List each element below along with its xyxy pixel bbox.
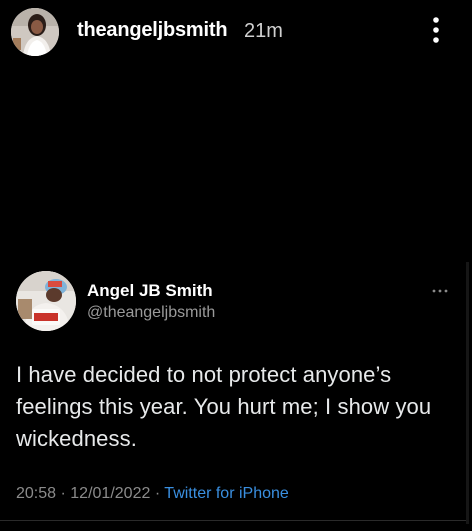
scroll-track: [466, 262, 469, 524]
more-vertical-icon[interactable]: [426, 15, 446, 45]
tweet-meta: 20:58 · 12/01/2022 · Twitter for iPhone: [16, 485, 289, 503]
tweet-source-link[interactable]: Twitter for iPhone: [164, 485, 289, 502]
more-horizontal-icon[interactable]: [431, 282, 449, 293]
avatar-image: [16, 271, 76, 331]
meta-separator: ·: [60, 485, 66, 502]
story-timestamp: 21m: [244, 20, 283, 42]
tweet-avatar[interactable]: [16, 271, 76, 331]
tweet-text: I have decided to not protect anyone’s f…: [16, 362, 432, 451]
tweet-handle[interactable]: @theangeljbsmith: [87, 304, 215, 322]
tweet-date: 12/01/2022: [70, 485, 151, 502]
meta-separator: ·: [154, 485, 161, 502]
avatar-image: [11, 8, 59, 56]
story-username[interactable]: theangeljbsmith: [77, 19, 228, 42]
story-header: theangeljbsmith 21m: [0, 0, 472, 64]
tweet-card[interactable]: Angel JB Smith @theangeljbsmith I have d…: [0, 262, 466, 524]
tweet-time: 20:58: [16, 485, 57, 502]
tweet-display-name[interactable]: Angel JB Smith: [87, 281, 213, 301]
divider: [0, 520, 466, 521]
story-avatar[interactable]: [11, 8, 59, 56]
